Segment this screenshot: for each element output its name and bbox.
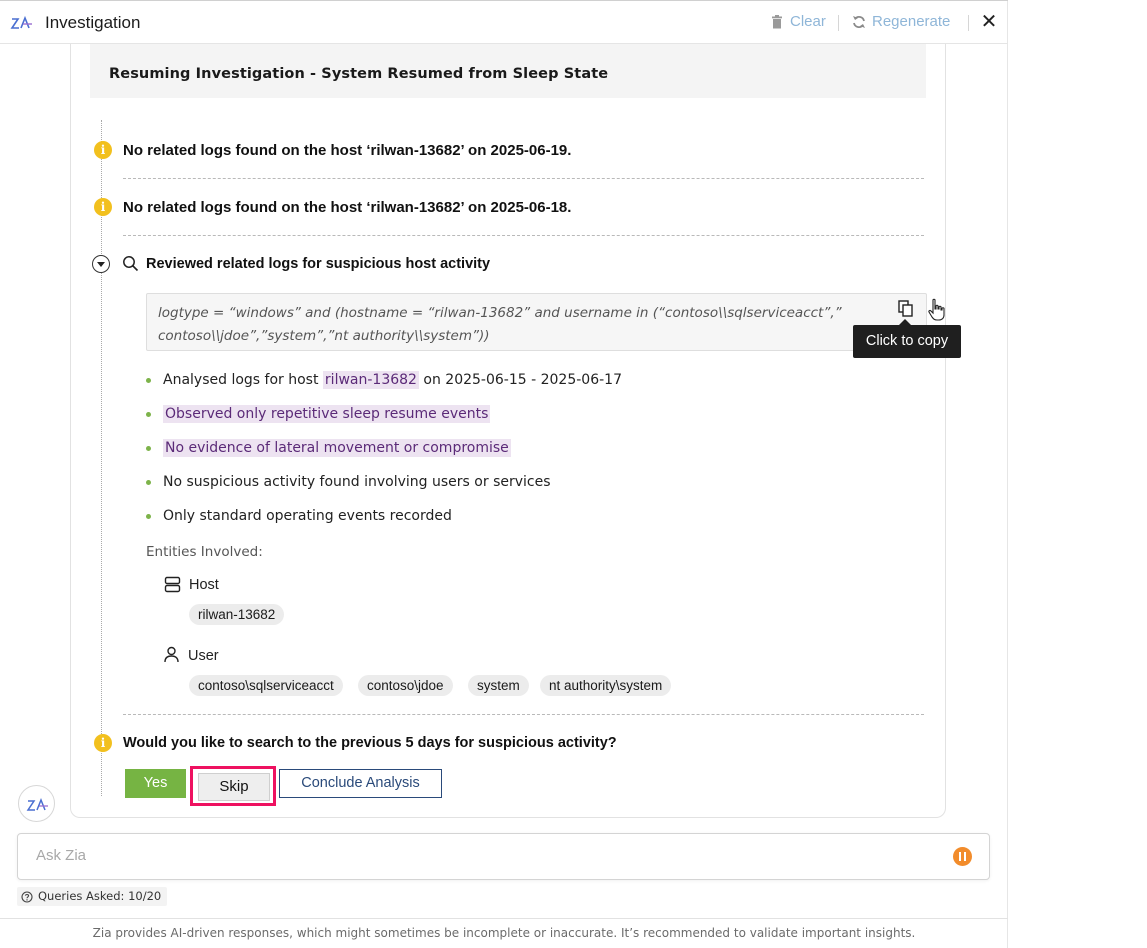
conclude-analysis-button[interactable]: Conclude Analysis: [279, 769, 442, 798]
bullet-observed: Observed only repetitive sleep resume ev…: [163, 405, 491, 423]
zia-logo-icon: [26, 797, 48, 811]
info-icon: i: [94, 734, 112, 752]
copy-tooltip: Click to copy: [853, 319, 961, 358]
ask-zia-box: [17, 833, 990, 880]
bullet-dot: [146, 378, 151, 383]
trash-icon: [772, 14, 782, 28]
blank-area: [1008, 0, 1147, 948]
footer-divider: [0, 918, 1008, 919]
info-icon: i: [94, 141, 112, 159]
host-highlight: rilwan-13682: [322, 371, 419, 389]
header-divider: [838, 15, 839, 31]
regenerate-button[interactable]: Regenerate: [852, 13, 950, 30]
skip-button[interactable]: Skip: [198, 773, 270, 801]
bullet-no-evidence: No evidence of lateral movement or compr…: [163, 439, 511, 457]
close-icon[interactable]: ✕: [979, 12, 999, 32]
yes-button[interactable]: Yes: [125, 769, 186, 798]
hand-cursor-icon: [928, 298, 945, 321]
clear-button[interactable]: Clear: [770, 13, 826, 30]
step-text: No related logs found on the host ‘rilwa…: [123, 142, 572, 159]
user-icon: [164, 646, 179, 663]
entities-label: Entities Involved:: [146, 544, 263, 560]
expand-icon[interactable]: [92, 255, 110, 273]
review-title: Reviewed related logs for suspicious hos…: [146, 256, 491, 272]
entity-type-host: Host: [189, 577, 219, 593]
clear-label: Clear: [790, 13, 826, 30]
refresh-icon: [853, 15, 865, 28]
banner-title: Resuming Investigation - System Resumed …: [109, 66, 609, 82]
step-divider: [123, 714, 924, 715]
entity-chip-user[interactable]: system: [468, 675, 529, 696]
regenerate-label: Regenerate: [872, 13, 951, 30]
bullet-analysed: Analysed logs for host rilwan-13682 on 2…: [163, 371, 622, 389]
investigation-panel: Investigation Clear Regenerate ✕ Resumin…: [0, 0, 1008, 948]
timeline-line: [101, 120, 102, 796]
step-text: No related logs found on the host ‘rilwa…: [123, 199, 572, 216]
entity-type-user: User: [188, 648, 219, 664]
prompt-question: Would you like to search to the previous…: [123, 735, 617, 751]
query-text: logtype = “windows” and (hostname = “ril…: [158, 302, 878, 348]
skip-highlight: Skip: [190, 766, 276, 806]
bullet-no-suspicious: No suspicious activity found involving u…: [163, 474, 551, 490]
investigation-card: [70, 44, 946, 818]
disclaimer-text: Zia provides AI-driven responses, which …: [92, 926, 916, 940]
bullet-dot: [146, 446, 151, 451]
header-divider: [968, 15, 969, 31]
zia-logo-icon: [10, 15, 32, 29]
query-line: contoso\\jdoe”,”system”,”nt authority\\s…: [158, 328, 490, 344]
page-title: Investigation: [45, 13, 141, 32]
queries-asked-text: Queries Asked: 10/20: [38, 889, 162, 903]
bullet-text: Observed only repetitive sleep resume ev…: [163, 405, 491, 423]
query-box: logtype = “windows” and (hostname = “ril…: [146, 293, 927, 351]
entity-chip-host[interactable]: rilwan-13682: [189, 604, 285, 625]
zia-avatar: [18, 785, 55, 822]
pause-icon[interactable]: [953, 847, 972, 866]
bullet-standard-events: Only standard operating events recorded: [163, 508, 452, 524]
bullet-text: on 2025-06-15 - 2025-06-17: [423, 372, 622, 388]
bullet-text: No evidence of lateral movement or compr…: [163, 439, 511, 457]
investigation-banner: Resuming Investigation - System Resumed …: [90, 44, 926, 98]
question-icon: [21, 890, 33, 903]
queries-asked-badge: Queries Asked: 10/20: [17, 887, 168, 906]
bullet-text: Analysed logs for host: [163, 372, 319, 388]
server-icon: [164, 576, 181, 593]
info-icon: i: [94, 198, 112, 216]
entity-chip-user[interactable]: contoso\sqlserviceacct: [189, 675, 343, 696]
query-line: logtype = “windows” and (hostname = “ril…: [158, 305, 842, 321]
ask-zia-input[interactable]: [36, 847, 936, 864]
search-icon: [123, 256, 139, 272]
step-divider: [123, 178, 924, 179]
step-divider: [123, 235, 924, 236]
copy-icon[interactable]: [898, 300, 914, 317]
bullet-dot: [146, 514, 151, 519]
bullet-dot: [146, 480, 151, 485]
entity-chip-user[interactable]: contoso\jdoe: [358, 675, 453, 696]
bullet-dot: [146, 412, 151, 417]
entity-chip-user[interactable]: nt authority\system: [540, 675, 672, 696]
header-bar: Investigation Clear Regenerate ✕: [0, 0, 1008, 44]
